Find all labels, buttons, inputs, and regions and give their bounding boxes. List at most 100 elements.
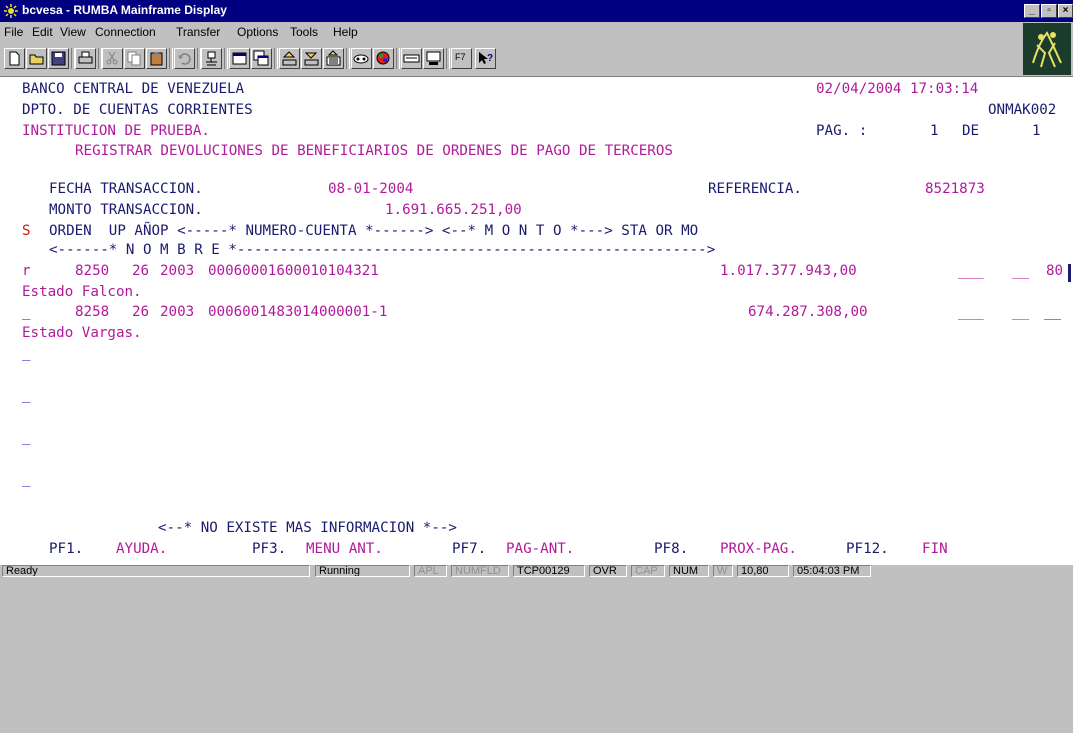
rumba-dancers-logo-icon <box>1032 31 1062 68</box>
cut-button[interactable] <box>102 48 123 69</box>
or-field[interactable]: __ <box>1012 263 1029 279</box>
upload-button[interactable] <box>279 48 300 69</box>
menu-edit[interactable]: Edit <box>32 25 53 39</box>
fecha-value: 08-01-2004 <box>328 181 414 197</box>
status-numfld: NUMFLD <box>451 565 509 577</box>
page-of-label: DE <box>962 123 980 139</box>
mo-field[interactable]: 80 <box>1046 263 1063 279</box>
empty-row-select-field[interactable]: _ <box>22 429 31 445</box>
menu-file[interactable]: File <box>4 25 23 39</box>
window-icon <box>232 52 247 65</box>
transfer-list-button[interactable] <box>323 48 344 69</box>
orden-cell: 8250 <box>75 263 110 279</box>
transfer-list-icon <box>326 50 341 66</box>
monto-cell: 674.287.308,00 <box>748 304 868 320</box>
cassette-icon <box>353 54 369 64</box>
keyboard-button[interactable] <box>401 48 422 69</box>
department-name: DPTO. DE CUENTAS CORRIENTES <box>22 102 253 118</box>
download-tray-icon <box>304 52 319 66</box>
pf3-label: MENU ANT. <box>306 541 383 557</box>
status-cursor-position: 10,80 <box>737 565 789 577</box>
menu-options[interactable]: Options <box>237 25 278 39</box>
list-item: Estado Vargas. <box>0 325 142 346</box>
undo-icon <box>178 53 191 65</box>
nombre-cell: Estado Falcon. <box>22 284 142 300</box>
menu-connection[interactable]: Connection <box>95 25 156 39</box>
sta-field[interactable]: ___ <box>958 263 984 279</box>
pf7-label: PAG-ANT. <box>506 541 575 557</box>
help-arrow-icon: ? <box>479 52 493 64</box>
empty-row-select-field[interactable]: _ <box>22 387 31 403</box>
menu-view[interactable]: View <box>60 25 86 39</box>
anop-cell: 2003 <box>160 263 195 279</box>
window-1-button[interactable] <box>229 48 250 69</box>
menu-tools[interactable]: Tools <box>290 25 318 39</box>
svg-text:?: ? <box>487 53 493 64</box>
monto-value: 1.691.665.251,00 <box>385 202 522 218</box>
print-button[interactable] <box>75 48 96 69</box>
connect-button[interactable] <box>201 48 222 69</box>
open-button[interactable] <box>26 48 47 69</box>
minimize-button[interactable]: _ <box>1024 4 1040 18</box>
rumba-logo <box>1023 23 1071 75</box>
orden-cell: 8258 <box>75 304 110 320</box>
f7-button[interactable]: F7 <box>451 48 472 69</box>
up-cell: 26 <box>132 263 150 279</box>
no-more-info-message: <--* NO EXISTE MAS INFORMACION *--> <box>158 520 457 536</box>
paste-clipboard-icon <box>150 52 163 66</box>
scissors-icon <box>106 51 118 65</box>
referencia-value: 8521873 <box>925 181 985 197</box>
row-select-field[interactable]: _ <box>22 304 31 320</box>
status-session: TCP00129 <box>513 565 585 577</box>
window-2-button[interactable] <box>251 48 272 69</box>
menu-help[interactable]: Help <box>333 25 358 39</box>
paste-button[interactable] <box>146 48 167 69</box>
color-button[interactable] <box>373 48 394 69</box>
macro-button[interactable] <box>351 48 372 69</box>
new-button[interactable] <box>4 48 25 69</box>
page-number: 1 <box>930 123 939 139</box>
save-button[interactable] <box>48 48 69 69</box>
close-button[interactable]: × <box>1058 4 1073 18</box>
cuenta-cell: 00060001600010104321 <box>208 263 379 279</box>
pf7-key: PF7. <box>452 541 487 557</box>
anop-cell: 2003 <box>160 304 195 320</box>
cuenta-cell: 0006001483014000001-1 <box>208 304 388 320</box>
status-ovr: OVR <box>589 565 627 577</box>
row-select-field[interactable]: r <box>22 263 31 279</box>
copy-button[interactable] <box>124 48 145 69</box>
screen-datetime: 02/04/2004 17:03:14 <box>816 81 979 97</box>
download-button[interactable] <box>301 48 322 69</box>
rumba-app-icon[interactable] <box>3 3 19 19</box>
mo-field[interactable]: __ <box>1044 304 1061 320</box>
page-label: PAG. : <box>816 123 868 139</box>
context-help-button[interactable]: ? <box>475 48 496 69</box>
table-row: _ 8258 26 2003 0006001483014000001-1 674… <box>0 304 1061 325</box>
menu-transfer[interactable]: Transfer <box>176 25 220 39</box>
monto-label: MONTO TRANSACCION. <box>49 202 203 218</box>
pf8-key: PF8. <box>654 541 689 557</box>
status-time: 05:04:03 PM <box>793 565 871 577</box>
or-field[interactable]: __ <box>1012 304 1029 320</box>
terminal-screen[interactable]: BANCO CENTRAL DE VENEZUELA 02/04/2004 17… <box>0 76 1073 566</box>
nombre-cell: Estado Vargas. <box>22 325 142 341</box>
color-palette-icon <box>376 51 390 65</box>
status-running: Running <box>315 565 410 577</box>
screen-title: REGISTRAR DEVOLUCIONES DE BENEFICIARIOS … <box>75 143 673 159</box>
status-w: W <box>713 565 733 577</box>
empty-row-select-field[interactable]: _ <box>22 471 31 487</box>
monitor-icon <box>426 51 441 65</box>
select-column-header: S <box>22 223 31 239</box>
toolbar: F7 ? <box>0 41 1000 73</box>
sta-field[interactable]: ___ <box>958 304 984 320</box>
connect-icon <box>206 51 217 66</box>
pf-key-legend: PF1. AYUDA. PF3. MENU ANT. PF7. PAG-ANT.… <box>0 541 948 562</box>
empty-row-select-field[interactable]: _ <box>22 345 31 361</box>
program-id: ONMAK002 <box>988 102 1057 118</box>
undo-button[interactable] <box>174 48 195 69</box>
table-row: r 8250 26 2003 00060001600010104321 1.01… <box>0 263 1071 284</box>
display-button[interactable] <box>423 48 444 69</box>
bank-name: BANCO CENTRAL DE VENEZUELA <box>22 81 245 97</box>
list-item: Estado Falcon. <box>0 284 142 305</box>
maximize-button[interactable]: ▫ <box>1041 4 1057 18</box>
